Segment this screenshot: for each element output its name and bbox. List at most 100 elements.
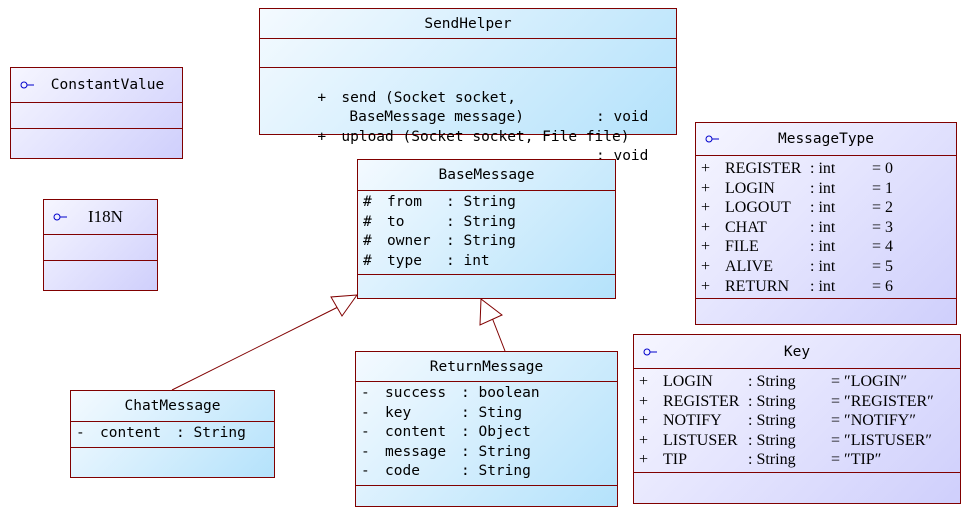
class-chatmessage[interactable]: ChatMessage - content: String [70,390,275,478]
visibility: # [363,194,372,210]
attribute-type: : String [748,373,796,390]
attribute-row: - content: String [76,424,268,444]
attribute-type: : int [810,199,836,217]
class-basemessage[interactable]: BaseMessage # from : String # to : String # o… [357,159,616,299]
attribute-name: owner [387,233,431,250]
attribute-name: from [387,194,422,210]
attribute-row: + LISTUSER: String = ″LISTUSER″ [639,431,954,451]
attribute-type: : Sting [461,404,523,421]
attribute-type: : String [461,443,531,460]
attribute-name: type [387,252,422,269]
operations-compartment [71,448,274,477]
attribute-row: - message : String [361,443,611,463]
generalization-chatmessage-basemessage [171,294,359,391]
visibility: + [639,373,649,390]
attribute-row: # type : int [363,252,609,272]
operations-compartment [696,299,956,324]
class-name: MessageType [777,131,875,147]
visibility: + [701,179,711,197]
attribute-name: REGISTER [725,160,802,177]
attribute-name: LOGIN [725,179,775,197]
operation-signature: send (Socket socket, [341,89,516,106]
attribute-name: LISTUSER [663,431,738,449]
attribute-row: + ALIVE: int = 5 [701,257,950,277]
class-header: ConstantValue [11,68,182,103]
attribute-name: to [387,213,405,230]
interface-lollipop-icon [643,348,657,355]
visibility: + [701,277,711,295]
visibility: - [361,443,370,460]
attribute-row: + REGISTER : int = 0 [701,159,950,179]
attribute-row: + REGISTER: String = ″REGISTER″ [639,392,954,412]
attribute-value: = ″TIP″ [831,451,882,469]
interface-constantvalue[interactable]: ConstantValue [10,67,183,159]
visibility: + [317,128,327,145]
attribute-type: : String [446,233,516,250]
attribute-row: - success: boolean [361,384,611,404]
class-name: ConstantValue [50,77,165,93]
class-name: Key [783,343,811,360]
class-sendhelper[interactable]: SendHelper + send (Socket socket, : void … [259,8,677,165]
operation-signature: upload (Socket socket, File file) [341,128,630,145]
attribute-type: : boolean [461,385,540,401]
attribute-row: + CHAT: int = 3 [701,218,950,238]
attribute-name: content [385,424,447,441]
attribute-name: success [385,385,447,401]
interface-lollipop-icon [53,213,67,221]
class-name: I18N [88,207,123,226]
operations-compartment [634,473,960,503]
attribute-row: + LOGOUT: int = 2 [701,198,950,218]
attribute-name: message [385,443,447,460]
interface-lollipop-icon [20,81,34,89]
class-header: I18N [44,200,157,235]
attribute-name: REGISTER [663,392,740,410]
visibility: + [639,431,649,449]
operations-compartment [358,275,615,298]
operations-compartment [356,486,617,506]
operations-compartment: + send (Socket socket, : void BaseMessage… [260,68,676,165]
visibility: + [701,199,711,217]
attribute-name: key [385,404,412,421]
attribute-value: = ″LISTUSER″ [831,431,933,449]
attribute-row: - code: String [361,462,611,482]
attribute-value: = 1 [872,179,894,197]
attribute-row: + FILE: int = 4 [701,237,950,257]
visibility: # [363,252,372,269]
operation-row: + upload (Socket socket, File file) : voi… [265,108,670,165]
interface-key[interactable]: Key + LOGIN: String = ″LOGIN″ + REGISTER: S… [633,334,961,504]
attributes-compartment [260,39,676,68]
attributes-compartment: + LOGIN: String = ″LOGIN″ + REGISTER: Strin… [634,369,960,473]
visibility: + [701,160,711,177]
attributes-compartment: - content: String [71,422,274,448]
attribute-name: CHAT [725,218,767,236]
attribute-name: FILE [725,238,759,256]
attribute-type: : String [446,213,516,230]
attribute-name: RETURN [725,277,789,295]
attribute-value: = ″LOGIN″ [831,373,908,390]
attribute-value: = 4 [872,238,894,256]
visibility: + [701,238,711,256]
attribute-value: = 0 [872,160,894,177]
class-name: ChatMessage [124,398,221,414]
visibility: - [361,463,370,480]
interface-messagetype[interactable]: MessageType + REGISTER : int = 0 + LOGIN : in… [695,122,957,325]
attribute-value: = 5 [872,257,894,275]
interface-i18n[interactable]: I18N [43,199,158,291]
attribute-row: - content: Object [361,423,611,443]
attribute-row: - key: Sting [361,404,611,424]
attribute-row: + LOGIN: int = 1 [701,179,950,199]
attribute-row: + NOTIFY: String = ″NOTIFY″ [639,411,954,431]
class-name: BaseMessage [438,167,535,183]
attribute-row: # from : String [363,193,609,213]
attributes-compartment: - success : boolean - key : Sting - content: … [356,382,617,486]
class-name: ReturnMessage [429,358,544,375]
attribute-type: : int [446,252,490,269]
attribute-type: : String [446,194,516,210]
interface-lollipop-icon [705,135,719,143]
attribute-type: : int [810,160,836,177]
class-returnmessage[interactable]: ReturnMessage - success : boolean - key : St… [355,351,618,507]
attribute-row: # owner: String [363,232,609,252]
class-header: MessageType [696,123,956,156]
attribute-value: = ″NOTIFY″ [831,412,917,430]
attribute-name: ALIVE [725,257,773,275]
